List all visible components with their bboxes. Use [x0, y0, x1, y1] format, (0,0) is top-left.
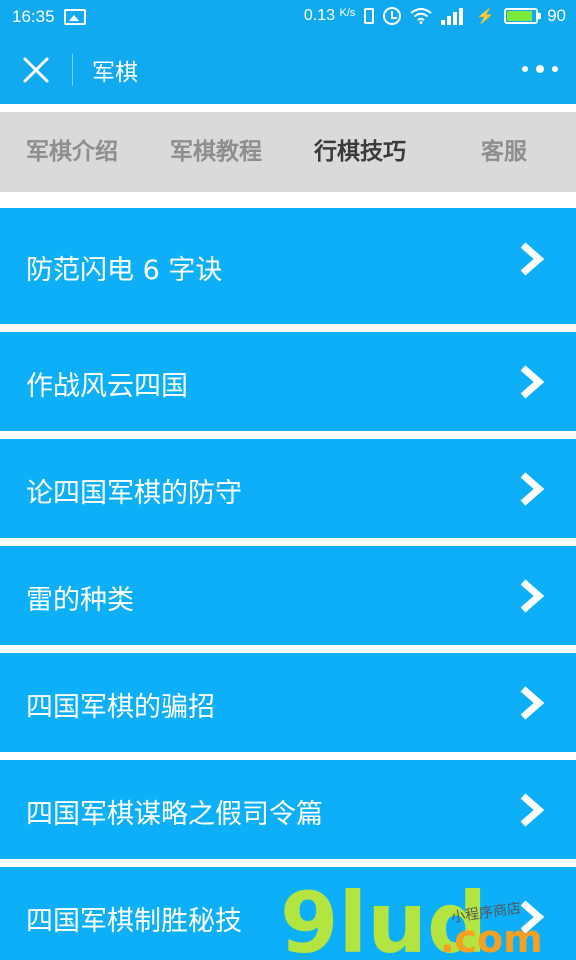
list-item[interactable]: 防范闪电 6 字诀 — [0, 208, 576, 324]
image-notification-icon — [64, 9, 86, 25]
battery-level: 90 — [547, 6, 566, 25]
list-item[interactable]: 作战风云四国 — [0, 332, 576, 431]
wifi-icon — [410, 8, 433, 24]
list-item-label: 作战风云四国 — [26, 371, 188, 402]
network-speed: 0.13 K/s — [303, 7, 356, 24]
tab-support[interactable]: 客服 — [432, 112, 576, 192]
status-bar: 16:35 0.13 K/s ⚡ 90 — [0, 0, 576, 34]
list-item-label: 雷的种类 — [26, 585, 134, 616]
status-time: 16:35 — [12, 7, 55, 26]
cell-signal-icon — [441, 7, 467, 25]
list-item-label: 四国军棋制胜秘技 — [26, 906, 242, 937]
list-item-label: 防范闪电 6 字诀 — [26, 255, 223, 286]
battery-icon — [504, 8, 542, 24]
list-item-label: 四国军棋的骗招 — [26, 692, 215, 723]
more-button[interactable] — [522, 60, 558, 78]
list-item[interactable]: 四国军棋的骗招 — [0, 653, 576, 752]
list-item-label: 四国军棋谋略之假司令篇 — [26, 799, 323, 830]
tab-bar: 军棋介绍 军棋教程 行棋技巧 客服 — [0, 112, 576, 192]
charging-icon: ⚡ — [476, 8, 496, 25]
alarm-icon — [383, 7, 402, 25]
status-icons: 0.13 K/s ⚡ 90 — [304, 6, 566, 26]
tab-tutorial[interactable]: 军棋教程 — [144, 112, 288, 192]
tab-tips[interactable]: 行棋技巧 — [288, 112, 432, 192]
page-title: 军棋 — [92, 60, 138, 86]
more-icon — [522, 66, 528, 72]
chevron-right-icon — [520, 472, 544, 506]
close-icon — [23, 57, 49, 83]
vibrate-icon — [364, 8, 375, 24]
chevron-right-icon — [520, 793, 544, 827]
navbar: 军棋 — [0, 34, 576, 104]
chevron-right-icon — [520, 579, 544, 613]
list-item[interactable]: 雷的种类 — [0, 546, 576, 645]
list-item[interactable]: 四国军棋谋略之假司令篇 — [0, 760, 576, 859]
chevron-right-icon — [520, 365, 544, 399]
navbar-divider — [72, 54, 73, 86]
tab-intro[interactable]: 军棋介绍 — [0, 112, 144, 192]
chevron-right-icon — [520, 686, 544, 720]
list-item[interactable]: 论四国军棋的防守 — [0, 439, 576, 538]
chevron-right-icon — [520, 242, 544, 276]
list-item-label: 论四国军棋的防守 — [26, 478, 242, 509]
watermark-logo: 9lud .com 小程序商店 — [280, 878, 543, 960]
close-button[interactable] — [18, 52, 54, 88]
